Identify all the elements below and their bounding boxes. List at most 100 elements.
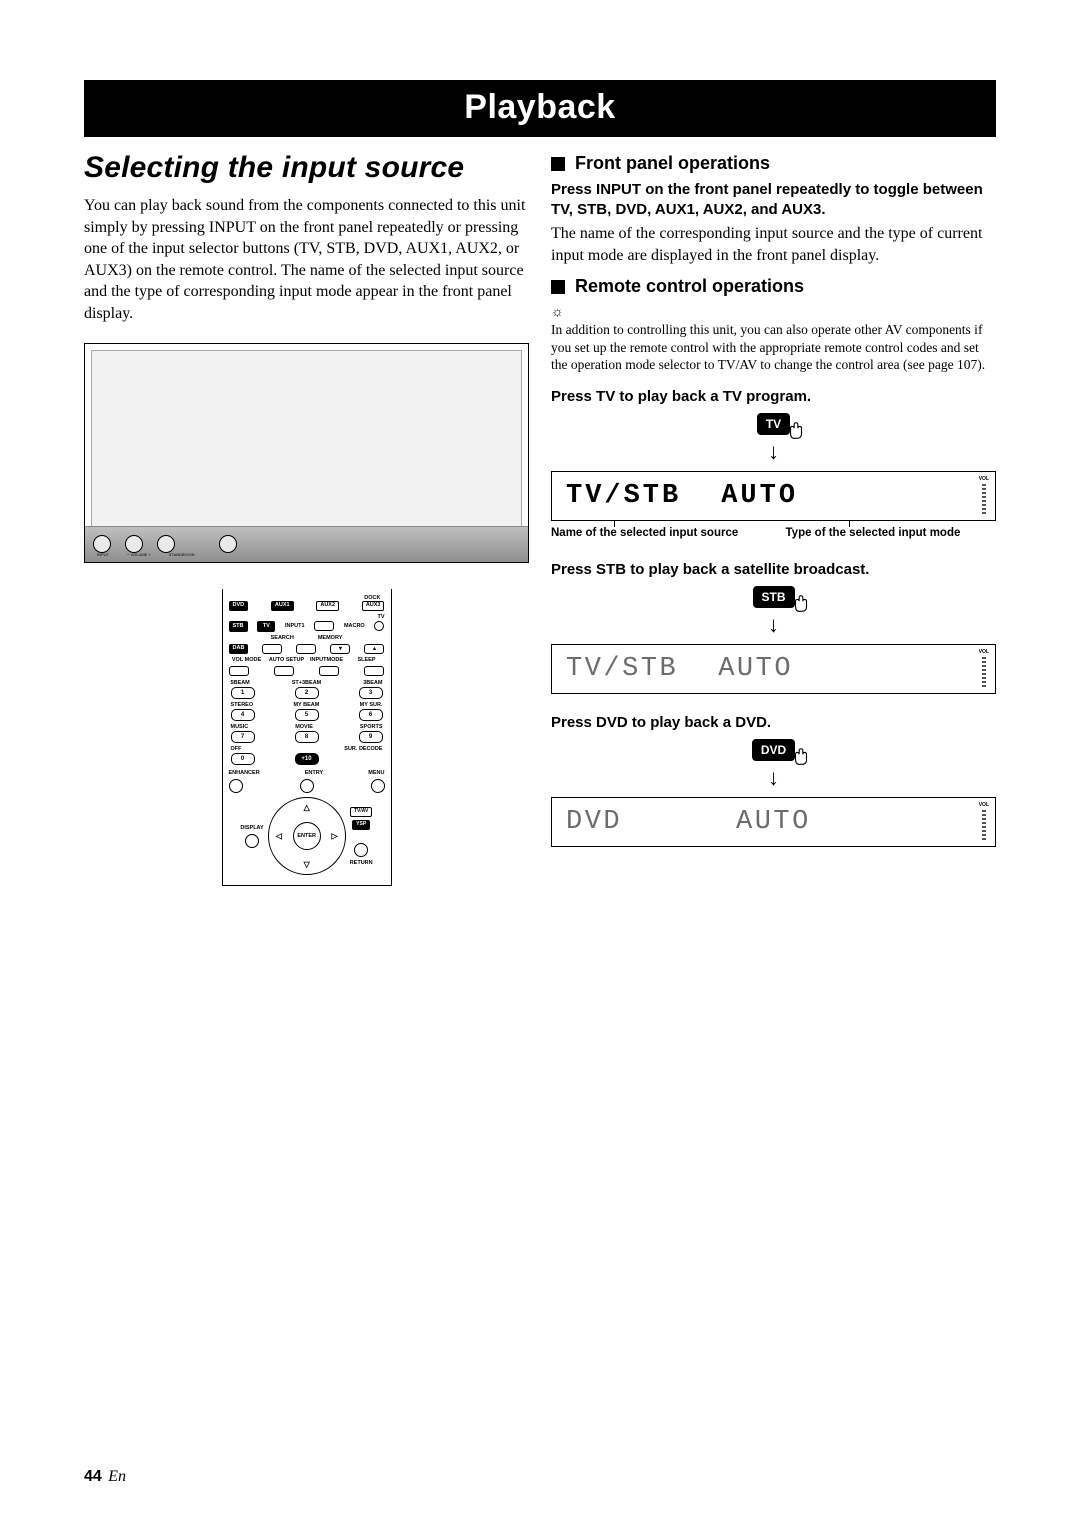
- front-panel-illustration: INPUT − VOLUME + STANDBY/ON: [84, 343, 529, 563]
- remote-volmode-label: VOL MODE: [229, 657, 265, 663]
- arrow-down-icon: ↓: [768, 441, 779, 463]
- caption-source: Name of the selected input source: [551, 527, 762, 541]
- remote-btn-aux1: AUX1: [271, 601, 294, 612]
- remote-memory-down: ▼: [330, 644, 350, 654]
- lcd-vol-meter: VOL: [979, 649, 989, 689]
- remote-num-2: 2: [295, 687, 319, 699]
- device-volume-label: − VOLUME +: [127, 552, 151, 557]
- remote-memory-up: ▲: [364, 644, 384, 654]
- remote-inputmode-label: INPUTMODE: [309, 657, 345, 663]
- remote-5beam-label: 5BEAM: [231, 680, 250, 686]
- remote-num-3: 3: [359, 687, 383, 699]
- remote-btn-stb: STB: [229, 621, 248, 632]
- section-title: Selecting the input source: [84, 151, 529, 185]
- device-front-panel: INPUT − VOLUME + STANDBY/ON: [85, 526, 528, 562]
- remote-ops-subhead: Remote control operations: [575, 276, 804, 297]
- remote-num-0: 0: [231, 753, 255, 765]
- lcd-display-dvd: DVD AUTO VOL: [551, 797, 996, 847]
- remote-ysp-btn: YSP: [352, 820, 370, 830]
- remote-num-8: 8: [295, 731, 319, 743]
- chevron-up-icon: △: [304, 803, 310, 812]
- remote-input1-slot: [314, 621, 334, 631]
- right-column: Front panel operations Press INPUT on th…: [551, 151, 996, 886]
- remote-mybeam-label: MY BEAM: [293, 702, 319, 708]
- remote-search-label: SEARCH: [271, 635, 294, 641]
- remote-num-5: 5: [295, 709, 319, 721]
- example-stb: Press STB to play back a satellite broad…: [551, 561, 996, 694]
- remote-enhancer-btn: [229, 779, 243, 793]
- standby-knob-icon: [219, 535, 237, 553]
- press-stb-line: Press STB to play back a satellite broad…: [551, 561, 996, 578]
- lcd-mode-dvd: AUTO: [736, 807, 811, 837]
- remote-st3beam-label: ST+3BEAM: [292, 680, 322, 686]
- pointing-hand-icon: [790, 746, 812, 768]
- remote-search-down: [262, 644, 282, 654]
- tv-button-label: TV: [757, 413, 790, 435]
- front-panel-body: The name of the corresponding input sour…: [551, 223, 996, 266]
- lcd-display-stb: TV/STB AUTO VOL: [551, 644, 996, 694]
- remote-surdecode-label: SUR. DECODE: [344, 746, 382, 752]
- remote-sleep-btn: [364, 666, 384, 676]
- device-screen: [91, 350, 522, 528]
- remote-inputmode-btn: [319, 666, 339, 676]
- remote-dpad: △ ▽ ◁ ▷ ENTER: [268, 797, 346, 875]
- page-number-value: 44: [84, 1468, 102, 1485]
- lcd-mode-stb: AUTO: [718, 654, 793, 684]
- lcd-mode-tv: AUTO: [721, 481, 798, 511]
- dvd-button-label: DVD: [752, 739, 795, 761]
- caption-mode: Type of the selected input mode: [786, 527, 997, 541]
- arrow-down-icon: ↓: [768, 767, 779, 789]
- remote-menu-label: MENU: [368, 770, 384, 776]
- pointing-hand-icon: [785, 420, 807, 442]
- remote-num-4: 4: [231, 709, 255, 721]
- vol-bar-icon: [982, 810, 986, 842]
- remote-movie-label: MOVIE: [295, 724, 313, 730]
- remote-stereo-label: STEREO: [231, 702, 254, 708]
- remote-btn-dvd: DVD: [229, 601, 249, 612]
- lcd-source-stb: TV/STB: [566, 654, 678, 684]
- vol-bar-icon: [982, 484, 986, 516]
- example-tv: Press TV to play back a TV program. TV ↓…: [551, 388, 996, 541]
- example-dvd: Press DVD to play back a DVD. DVD ↓ DVD …: [551, 714, 996, 847]
- vol-label: VOL: [979, 649, 989, 655]
- remote-sleep-label: SLEEP: [349, 657, 385, 663]
- square-bullet-icon: [551, 157, 565, 171]
- press-dvd-line: Press DVD to play back a DVD.: [551, 714, 996, 731]
- remote-macro-btn: [374, 621, 384, 631]
- remote-3beam-label: 3BEAM: [363, 680, 382, 686]
- remote-input1-label: INPUT1: [285, 623, 305, 629]
- remote-enhancer-label: ENHANCER: [229, 770, 260, 776]
- input-knob-icon: [93, 535, 111, 553]
- remote-display-label: DISPLAY: [240, 825, 263, 831]
- volume-down-knob-icon: [125, 535, 143, 553]
- remote-off-label: OFF: [231, 746, 242, 752]
- left-column: Selecting the input source You can play …: [84, 151, 529, 886]
- volume-up-knob-icon: [157, 535, 175, 553]
- remote-search-up: [296, 644, 316, 654]
- remote-btn-tv: TV: [257, 621, 275, 632]
- remote-display-btn: [245, 834, 259, 848]
- chevron-down-icon: ▽: [304, 860, 310, 869]
- remote-num-7: 7: [231, 731, 255, 743]
- remote-btn-aux2: AUX2: [316, 601, 339, 612]
- remote-num-1: 1: [231, 687, 255, 699]
- pointing-hand-icon: [790, 593, 812, 615]
- device-standby-label: STANDBY/ON: [169, 552, 195, 557]
- remote-btn-aux3: AUX3: [362, 601, 385, 612]
- front-panel-subhead: Front panel operations: [575, 153, 770, 174]
- vol-bar-icon: [982, 657, 986, 689]
- intro-paragraph: You can play back sound from the compone…: [84, 195, 529, 325]
- lcd-source-dvd: DVD: [566, 807, 696, 837]
- remote-return-label: RETURN: [350, 860, 373, 866]
- remote-ops-note: In addition to controlling this unit, yo…: [551, 321, 996, 374]
- lcd-display-tv: TV/STB AUTO VOL: [551, 471, 996, 521]
- tv-button-text: TV: [766, 417, 781, 431]
- lcd-vol-meter: VOL: [979, 476, 989, 516]
- remote-return-btn: [354, 843, 368, 857]
- press-tv-line: Press TV to play back a TV program.: [551, 388, 996, 405]
- remote-menu-btn: [371, 779, 385, 793]
- remote-memory-label: MEMORY: [318, 635, 343, 641]
- page-number: 44 En: [84, 1468, 126, 1486]
- vol-label: VOL: [979, 802, 989, 808]
- remote-tvav-btn: TV/AV: [350, 807, 372, 817]
